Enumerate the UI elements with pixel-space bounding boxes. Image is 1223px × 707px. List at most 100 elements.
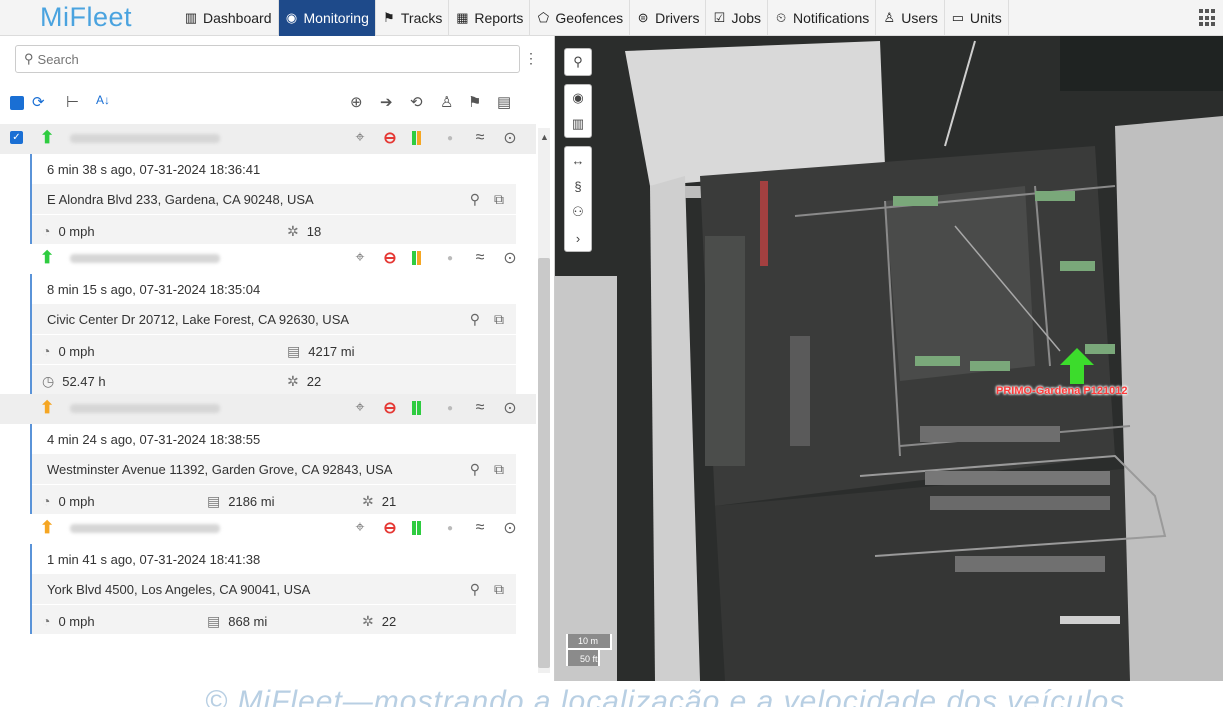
- app-logo[interactable]: MiFleet: [0, 2, 178, 33]
- engine-stop-icon[interactable]: ⊖: [382, 398, 398, 418]
- expand-circle-icon[interactable]: ⊙: [502, 398, 518, 418]
- driver-icon[interactable]: ♙: [440, 93, 453, 111]
- signal-status-icon: [412, 521, 428, 535]
- clock-icon: ◷: [42, 373, 55, 389]
- speedometer-icon: ◔: [42, 343, 51, 359]
- mileage-value: 2186 mi: [228, 494, 275, 509]
- satellite-icon: ✲: [287, 223, 299, 239]
- nav-notifications[interactable]: ⏲ Notifications: [768, 0, 877, 36]
- flag-icon: ⚑: [383, 9, 395, 25]
- vehicle-marker-icon[interactable]: [1060, 348, 1094, 387]
- nav-jobs[interactable]: ☑ Jobs: [706, 0, 769, 36]
- open-external-icon[interactable]: ⧉: [494, 461, 504, 478]
- nav-dashboard[interactable]: ▥ Dashboard: [178, 0, 279, 36]
- odometer-icon: ▤: [287, 343, 301, 359]
- engine-stop-icon[interactable]: ⊖: [382, 128, 398, 148]
- search-icon: ⚲: [24, 51, 34, 66]
- nav-monitoring[interactable]: ◉ Monitoring: [278, 0, 376, 36]
- route-icon[interactable]: ≈: [472, 519, 488, 537]
- metric-speed: ◔ 0 mph: [42, 613, 95, 629]
- locate-target-icon[interactable]: ⌖: [352, 249, 368, 267]
- open-external-icon[interactable]: ⧉: [494, 311, 504, 328]
- unit-name-blurred[interactable]: [70, 254, 220, 263]
- street-view-icon[interactable]: ⚲: [470, 311, 480, 328]
- group-tree-icon[interactable]: ⊢: [66, 93, 79, 111]
- speed-value: 0 mph: [58, 343, 95, 359]
- street-view-icon[interactable]: ⚲: [470, 191, 480, 208]
- metrics-row-2: ◷ 52.47 h ✲ 22: [32, 364, 516, 394]
- refresh-icon[interactable]: ⟳: [32, 93, 45, 111]
- target-icon[interactable]: ⊕: [350, 93, 363, 111]
- unit-header-row[interactable]: ⬆ ⌖ ⊖ ● ≈ ⊙: [0, 244, 536, 274]
- scroll-thumb[interactable]: [538, 258, 550, 668]
- waypoints-icon[interactable]: ⚇: [565, 199, 591, 225]
- geofence-icon: ⬠: [537, 9, 550, 25]
- street-view-icon[interactable]: ⚲: [470, 581, 480, 598]
- unit-name-blurred[interactable]: [70, 134, 220, 143]
- unit-header-row[interactable]: ✓ ⬆ ⌖ ⊖ ● ≈ ⊙: [0, 124, 536, 154]
- locate-target-icon[interactable]: ⌖: [352, 129, 368, 147]
- list-toolbar: ⟳ ⊢ A↓ ⊕ ➔ ⟲ ♙ ⚑ ▤: [0, 91, 540, 117]
- expand-circle-icon[interactable]: ⊙: [502, 518, 518, 538]
- nav-label: Jobs: [731, 9, 762, 26]
- expand-chevron-icon[interactable]: ›: [565, 225, 591, 251]
- unit-checkbox[interactable]: ✓: [10, 131, 23, 144]
- unit-name-blurred[interactable]: [70, 404, 220, 413]
- nav-label: Geofences: [555, 9, 624, 26]
- unit-name-blurred[interactable]: [70, 524, 220, 533]
- steering-wheel-icon: ⊜: [637, 9, 649, 25]
- satellite-map[interactable]: ⚲ ◉ ▥ ↔ § ⚇ › PRIMO-Gardena P121012 10 m…: [555, 36, 1223, 681]
- nav-units[interactable]: ▭ Units: [945, 0, 1009, 36]
- sort-alpha-icon[interactable]: A↓: [96, 93, 110, 107]
- locate-target-icon[interactable]: ⌖: [352, 519, 368, 537]
- nav-tracks[interactable]: ⚑ Tracks: [376, 0, 450, 36]
- address-text: York Blvd 4500, Los Angeles, CA 90041, U…: [47, 581, 311, 597]
- engine-stop-icon[interactable]: ⊖: [382, 248, 398, 268]
- unit-header-row[interactable]: ⬆ ⌖ ⊖ ● ≈ ⊙: [0, 514, 536, 544]
- engine-stop-icon[interactable]: ⊖: [382, 518, 398, 538]
- nav-users[interactable]: ♙ Users: [876, 0, 945, 36]
- hours-value: 52.47 h: [62, 374, 106, 389]
- app-grid-icon[interactable]: [1199, 9, 1217, 27]
- unit-details: 8 min 15 s ago, 07-31-2024 18:35:04 Civic…: [30, 274, 516, 394]
- report-icon[interactable]: ▤: [497, 93, 511, 111]
- nav-geofences[interactable]: ⬠ Geofences: [530, 0, 631, 36]
- ruler-icon[interactable]: ↔: [565, 147, 591, 173]
- search-input[interactable]: [37, 51, 478, 67]
- eye-icon[interactable]: ◉: [565, 85, 591, 111]
- search-box[interactable]: ⚲: [15, 45, 520, 73]
- route-icon[interactable]: ≈: [472, 399, 488, 417]
- map-search-icon[interactable]: ⚲: [565, 49, 591, 75]
- street-view-icon[interactable]: ⚲: [470, 461, 480, 478]
- expand-circle-icon[interactable]: ⊙: [502, 248, 518, 268]
- open-external-icon[interactable]: ⧉: [494, 581, 504, 598]
- nav-label: Users: [901, 9, 938, 26]
- list-scrollbar[interactable]: ▲: [538, 128, 550, 673]
- locate-target-icon[interactable]: ⌖: [352, 399, 368, 417]
- satellite-icon: ✲: [362, 613, 374, 629]
- monitoring-panel: ⚲ ⋮ ⟳ ⊢ A↓ ⊕ ➔ ⟲ ♙ ⚑ ▤ ✓ ⬆ ⌖ ⊖ ● ≈ ⊙ 6 min 38 s…: [0, 36, 555, 681]
- nav-label: Monitoring: [303, 9, 369, 26]
- metric-speed: ◔ 0 mph: [42, 223, 95, 239]
- nav-drivers[interactable]: ⊜ Drivers: [630, 0, 707, 36]
- metric-mileage: ▤ 4217 mi: [287, 343, 354, 360]
- route-icon[interactable]: ≈: [472, 249, 488, 267]
- nav-reports[interactable]: ▦ Reports: [449, 0, 531, 36]
- track-flag-icon[interactable]: ⚑: [468, 93, 481, 111]
- command-icon[interactable]: ⟲: [410, 93, 423, 111]
- navigate-icon[interactable]: ➔: [380, 93, 393, 111]
- scroll-up-icon[interactable]: ▲: [540, 132, 549, 142]
- open-external-icon[interactable]: ⧉: [494, 191, 504, 208]
- metrics-row: ◔ 0 mph ▤ 2186 mi ✲ 21: [32, 484, 516, 514]
- expand-circle-icon[interactable]: ⊙: [502, 128, 518, 148]
- route-icon[interactable]: ≈: [472, 129, 488, 147]
- map-layers-icon[interactable]: ▥: [565, 111, 591, 137]
- unit-header-row[interactable]: ⬆ ⌖ ⊖ ● ≈ ⊙: [0, 394, 536, 424]
- bar-chart-icon: ▥: [184, 9, 198, 25]
- speedometer-icon: ◔: [42, 493, 51, 509]
- speed-value: 0 mph: [58, 223, 95, 239]
- route-icon[interactable]: §: [565, 173, 591, 199]
- more-options-icon[interactable]: ⋮: [524, 50, 538, 67]
- address-row: Westminster Avenue 11392, Garden Grove, …: [32, 454, 516, 484]
- select-all-checkbox[interactable]: [10, 96, 24, 110]
